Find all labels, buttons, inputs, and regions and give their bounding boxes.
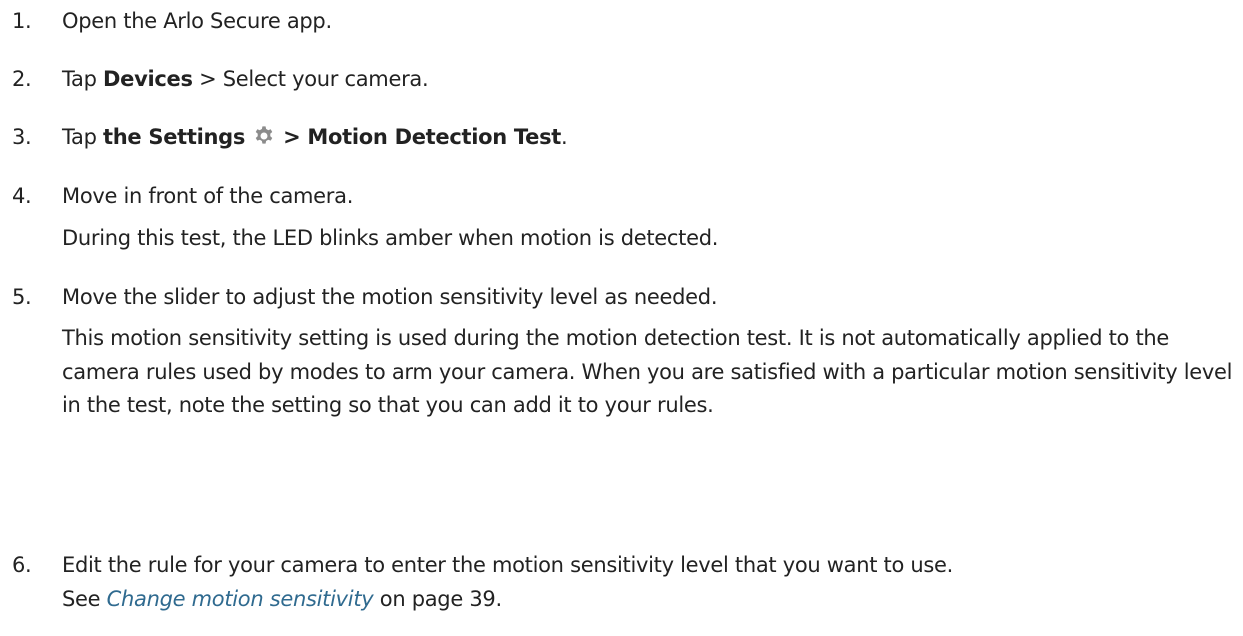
motion-detection-test-label: > Motion Detection Test [283,125,562,149]
step-text: Open the Arlo Secure app. [62,9,332,33]
step-number: 6. [12,553,32,577]
settings-label: the Settings [103,125,246,149]
see-reference: See Change motion sensitivity on page 39… [62,582,1243,616]
step-text: Tap Devices > Select your camera. [62,62,1243,96]
step-text-prefix: Tap [62,67,104,91]
see-prefix: See [62,587,107,611]
step-text: Move in front of the camera. [62,184,354,208]
step-text: Edit the rule for your camera to enter t… [62,553,954,577]
devices-label: Devices [103,67,193,91]
step-text-prefix: Tap [62,125,104,149]
step-note: This motion sensitivity setting is used … [62,326,1233,417]
change-motion-sensitivity-link[interactable]: Change motion sensitivity [107,587,374,611]
step-text-suffix: > Select your camera. [192,67,429,91]
step-note: During this test, the LED blinks amber w… [62,226,719,250]
step-number: 2. [12,67,32,91]
gear-icon [253,125,275,147]
step-number: 4. [12,184,32,208]
step-number: 1. [12,9,32,33]
see-suffix: on page 39. [373,587,502,611]
step-number: 3. [12,125,32,149]
step-text: Move the slider to adjust the motion sen… [62,285,718,309]
step-number: 5. [12,285,32,309]
step-text: Tap the Settings > Motion Detection Test. [62,120,1243,154]
instruction-steps: 1. Open the Arlo Secure app. 2. Tap Devi… [0,0,1243,636]
step-text-suffix: . [561,125,568,149]
